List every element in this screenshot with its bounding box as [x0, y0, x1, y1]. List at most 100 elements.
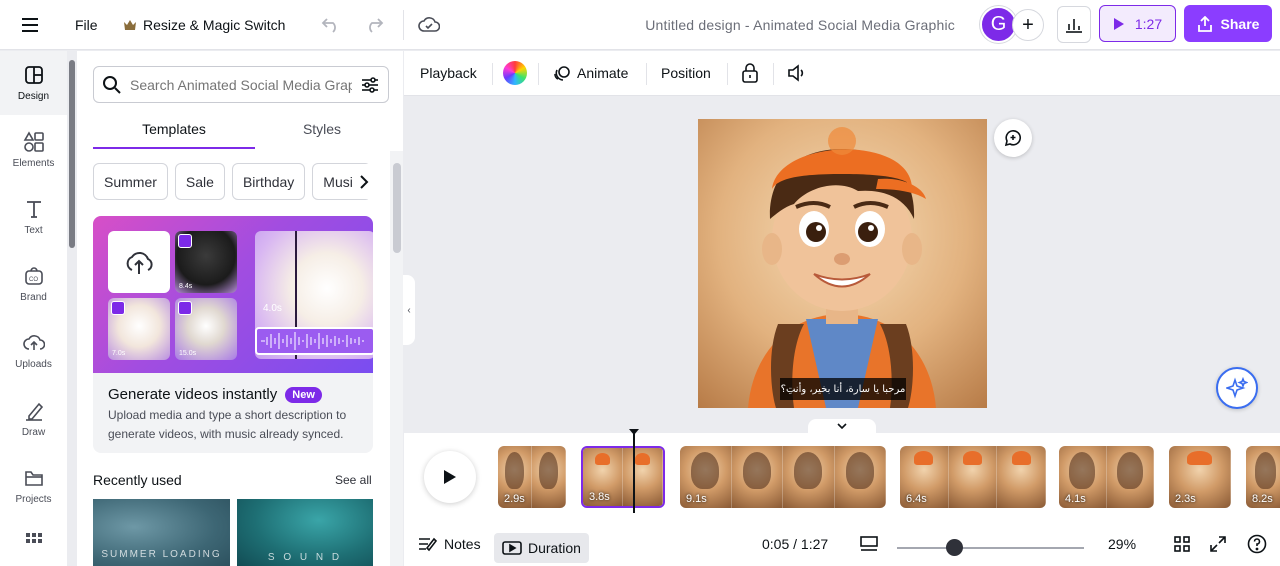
rail-label: Brand	[20, 292, 47, 303]
zoom-slider[interactable]	[897, 547, 1084, 549]
cloud-saved-icon[interactable]	[418, 0, 442, 50]
projects-icon	[24, 471, 43, 486]
rail-item-projects[interactable]: Projects	[0, 454, 67, 518]
design-title[interactable]: Untitled design - Animated Social Media …	[580, 0, 955, 50]
timeline-clip[interactable]: 9.1s	[680, 446, 886, 508]
rail-item-elements[interactable]: Elements	[0, 118, 67, 182]
animate-icon	[554, 66, 570, 81]
zoom-slider-handle[interactable]	[946, 539, 964, 556]
position-button[interactable]: Position	[661, 51, 711, 95]
panel-scrollbar[interactable]	[390, 151, 403, 566]
recent-template-thumbnail[interactable]: S O U N D	[237, 499, 373, 566]
rail-scrollbar[interactable]	[69, 60, 75, 248]
upload-tile	[108, 231, 170, 293]
animate-label: Animate	[577, 65, 629, 81]
zoom-percent[interactable]: 29%	[1108, 521, 1136, 566]
share-icon	[1197, 15, 1212, 32]
draw-icon	[25, 402, 43, 421]
sparkle-icon	[1226, 377, 1248, 399]
play-duration: 1:27	[1134, 15, 1163, 32]
chevron-down-icon[interactable]	[808, 419, 876, 433]
promo-title-row: Generate videos instantly New	[108, 386, 322, 403]
clip-frame	[1106, 446, 1154, 508]
rail-item-uploads[interactable]: Uploads	[0, 319, 67, 383]
undo-icon[interactable]	[321, 0, 343, 50]
comment-icon	[1004, 130, 1021, 147]
recent-template-thumbnail[interactable]: SUMMER LOADING	[93, 499, 230, 566]
clip-duration: 3.8s	[589, 491, 610, 503]
timeline-clip[interactable]: 2.3s	[1169, 446, 1231, 508]
resize-magic-switch-button[interactable]: Resize & Magic Switch	[124, 0, 285, 50]
timeline-clip[interactable]: 2.9s	[498, 446, 566, 508]
menu-icon[interactable]	[22, 0, 44, 50]
brand-icon: CO	[24, 267, 43, 285]
add-comment-button[interactable]	[994, 119, 1032, 157]
thumbnail-text: SUMMER LOADING	[101, 549, 222, 560]
apps-grid-icon	[25, 533, 42, 543]
rail-item-brand[interactable]: CO Brand	[0, 252, 67, 316]
timeline-playhead[interactable]	[629, 429, 639, 513]
recently-used-heading: Recently used	[93, 472, 182, 488]
play-icon	[444, 470, 456, 484]
duration-button[interactable]: Duration	[494, 533, 589, 563]
timeline-clip[interactable]: 6.4s	[900, 446, 1046, 508]
checkbox-checked-icon	[178, 234, 192, 248]
rail-label: Elements	[12, 158, 55, 169]
rail-item-design[interactable]: Design	[0, 51, 67, 115]
redo-icon[interactable]	[364, 0, 386, 50]
divider	[538, 63, 539, 85]
grid-view-icon[interactable]	[1174, 521, 1192, 566]
rail-label: Draw	[21, 427, 46, 438]
search-box	[93, 66, 389, 103]
design-canvas[interactable]: مرحبا يا سارة، أنا بخير، وأنتِ؟	[698, 119, 987, 408]
notes-button[interactable]: Notes	[418, 521, 481, 566]
lock-icon[interactable]	[742, 51, 760, 95]
file-menu-button[interactable]: File	[75, 0, 98, 50]
chip-sale[interactable]: Sale	[174, 163, 225, 200]
rail-label: Uploads	[15, 359, 52, 370]
fullscreen-icon[interactable]	[1210, 521, 1230, 566]
layout-toggle-icon[interactable]	[860, 521, 882, 566]
subtitle-caption[interactable]: مرحبا يا سارة، أنا بخير، وأنتِ؟	[780, 378, 906, 400]
clip-frame	[731, 446, 783, 508]
divider	[492, 63, 493, 85]
chevron-right-icon[interactable]	[352, 164, 376, 199]
tab-styles[interactable]: Styles	[255, 115, 389, 149]
divider	[646, 63, 647, 85]
divider	[403, 10, 404, 40]
see-all-link[interactable]: See all	[335, 473, 372, 487]
chip-summer[interactable]: Summer	[93, 163, 168, 200]
share-label: Share	[1220, 15, 1260, 32]
uploads-icon	[22, 335, 45, 350]
chip-birthday[interactable]: Birthday	[231, 163, 306, 200]
clip-duration: 2.3s	[1175, 493, 1196, 505]
magic-assistant-button[interactable]	[1216, 367, 1258, 409]
color-picker-icon[interactable]	[503, 61, 527, 85]
timeline-clip[interactable]: 3.8s	[581, 446, 665, 508]
top-bar: File Resize & Magic Switch Untitled desi…	[0, 0, 1280, 50]
scrollbar-thumb[interactable]	[393, 163, 401, 253]
rail-item-text[interactable]: Text	[0, 185, 67, 249]
add-collaborator-button[interactable]: +	[1012, 9, 1044, 41]
search-input[interactable]	[130, 76, 352, 93]
checkbox-checked-icon	[178, 301, 192, 315]
timeline-clip[interactable]: 8.2s	[1246, 446, 1280, 508]
volume-icon[interactable]	[787, 51, 809, 95]
category-chips: Summer Sale Birthday Music	[93, 163, 371, 200]
timeline-clip[interactable]: 4.1s	[1059, 446, 1154, 508]
clip-frame	[834, 446, 886, 508]
tab-templates[interactable]: Templates	[93, 115, 255, 149]
present-play-button[interactable]: 1:27	[1099, 5, 1176, 42]
insights-button[interactable]	[1057, 6, 1091, 43]
share-button[interactable]: Share	[1184, 5, 1272, 42]
animate-button[interactable]: Animate	[553, 51, 628, 95]
help-icon[interactable]	[1247, 521, 1269, 566]
filter-icon[interactable]	[360, 75, 380, 95]
clip-frame	[532, 446, 566, 508]
rail-item-apps[interactable]	[0, 521, 67, 561]
timeline-play-button[interactable]	[424, 451, 476, 503]
collapse-panel-button[interactable]: ‹	[403, 275, 415, 345]
rail-item-draw[interactable]: Draw	[0, 387, 67, 451]
playback-button[interactable]: Playback	[420, 51, 477, 95]
generate-videos-card[interactable]: 8.4s 7.0s 15.0s 4.0s Generate videos ins…	[93, 216, 373, 453]
